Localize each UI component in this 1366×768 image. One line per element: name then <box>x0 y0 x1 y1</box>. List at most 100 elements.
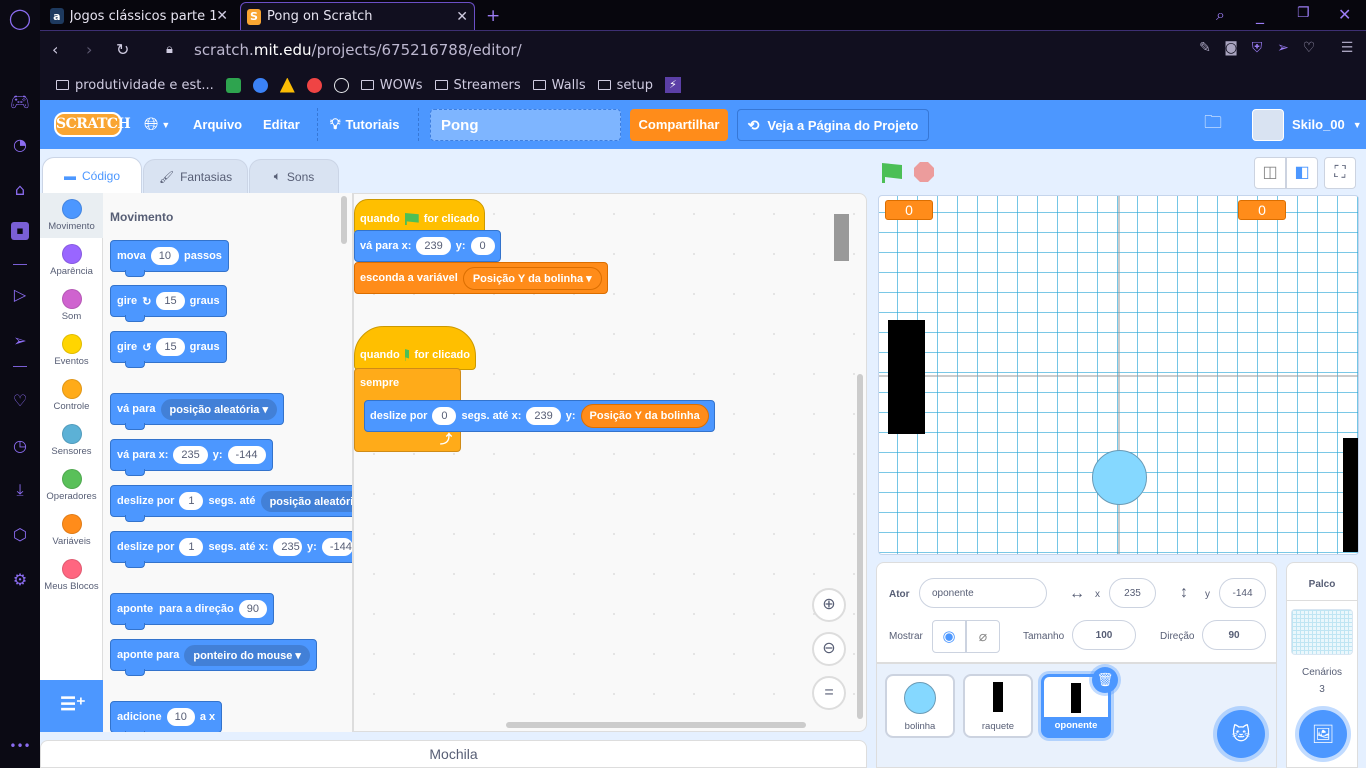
google-meet-bookmark-icon[interactable] <box>225 77 241 93</box>
block-input[interactable]: 90 <box>238 600 268 618</box>
zoom-reset-button[interactable]: = <box>812 676 846 710</box>
bookmark-folder-walls[interactable]: Walls <box>532 78 586 93</box>
block-input[interactable]: -144 <box>227 446 266 464</box>
player-icon[interactable]: ▷ <box>8 283 32 307</box>
category-motion[interactable]: Movimento <box>40 193 103 238</box>
score-monitor-left[interactable]: 0 <box>885 200 933 220</box>
lightning-bookmark-icon[interactable]: ⚡︎ <box>665 77 682 93</box>
block-move-steps[interactable]: mova 10 passos <box>110 240 229 277</box>
block-input[interactable]: 239 <box>416 237 451 255</box>
block-glide-to[interactable]: deslize por 1 segs. até posição aleatória ▾ <box>110 485 352 522</box>
sprite-thumb-bolinha[interactable]: bolinha <box>885 674 955 738</box>
block-input[interactable]: 10 <box>166 708 195 726</box>
variable-dropdown[interactable]: Posição Y da bolinha ▾ <box>462 266 602 290</box>
tab-code[interactable]: ▬ Código <box>42 157 142 193</box>
camera-icon[interactable]: ◙ <box>1222 40 1240 58</box>
stop-button[interactable] <box>914 162 934 182</box>
block-input[interactable]: 0 <box>470 237 495 255</box>
speed-dial-icon[interactable]: ◔ <box>8 133 32 157</box>
x-input[interactable]: 235 <box>1109 578 1156 608</box>
category-sensing[interactable]: Sensores <box>40 418 103 463</box>
score-monitor-right[interactable]: 0 <box>1238 200 1286 220</box>
block-glide-to-xy[interactable]: deslize por 0 segs. até x: 239 y: Posição Y d… <box>364 400 715 432</box>
close-tab-icon[interactable]: ✕ <box>216 8 228 24</box>
block-input[interactable]: 235 <box>273 538 303 556</box>
workspace-horizontal-scrollbar[interactable] <box>506 722 806 728</box>
block-change-x[interactable]: adicione 10 a x <box>110 701 223 732</box>
choose-backdrop-button[interactable]: 🖼︎ <box>1299 710 1347 758</box>
bookmark-folder-produtividade[interactable]: produtividade e est... <box>56 78 214 93</box>
green-flag-button[interactable] <box>882 163 902 183</box>
category-looks[interactable]: Aparência <box>40 238 103 283</box>
block-glide-to-xy[interactable]: deslize por 1 segs. até x: 235 y: -144 <box>110 531 352 568</box>
cleaner-icon[interactable]: ⌂ <box>8 178 32 202</box>
close-window-icon[interactable]: ✕ <box>1338 5 1351 24</box>
bookmark-folder-setup[interactable]: setup <box>597 78 653 93</box>
tutorials-menu[interactable]: 💡︎ Tutoriais <box>330 100 399 149</box>
history-icon[interactable]: ◷ <box>8 434 32 458</box>
scratch-logo[interactable]: SCRATCH <box>54 112 131 137</box>
reload-icon[interactable]: ↻ <box>116 40 129 59</box>
flow-icon[interactable]: ➢ <box>8 329 32 353</box>
opera-logo-icon[interactable]: ◯ <box>8 6 32 30</box>
block-input[interactable]: 10 <box>150 247 179 265</box>
category-events[interactable]: Eventos <box>40 328 103 373</box>
project-title-input[interactable]: Pong <box>430 109 621 141</box>
small-stage-button[interactable]: ◫ <box>1254 157 1286 189</box>
block-turn-right[interactable]: gire ↻ 15 graus <box>110 285 227 322</box>
backpack[interactable]: Mochila <box>40 740 867 768</box>
sprite-thumb-oponente[interactable]: oponente 🗑︎ <box>1041 667 1118 738</box>
block-input[interactable]: 15 <box>156 292 185 310</box>
forward-icon[interactable]: › <box>86 40 92 59</box>
tab-jogos-classicos[interactable]: a Jogos clássicos parte 1: inic ✕ <box>44 2 234 30</box>
bookmark-folder-streamers[interactable]: Streamers <box>434 78 521 93</box>
minimize-icon[interactable]: _ <box>1256 5 1264 24</box>
block-input[interactable]: 239 <box>526 407 561 425</box>
script-workspace[interactable]: quando for clicado vá para x: 239 y: 0 escon… <box>353 193 867 732</box>
block-input[interactable]: 0 <box>432 407 457 425</box>
block-go-to-xy[interactable]: vá para x: 235 y: -144 <box>110 439 273 476</box>
url-field[interactable]: scratch.mit.edu/projects/675216788/edito… <box>194 41 522 59</box>
show-sprite-eye-icon[interactable]: ◉ <box>932 620 966 653</box>
category-my-blocks[interactable]: Meus Blocos <box>40 553 103 598</box>
vpn-shield-icon[interactable]: ⛨ <box>1248 40 1266 58</box>
block-dropdown[interactable]: ponteiro do mouse ▾ <box>184 644 310 666</box>
bookmark-folder-wows[interactable]: WOWs <box>360 78 423 93</box>
category-variables[interactable]: Variáveis <box>40 508 103 553</box>
tab-pong-on-scratch[interactable]: S Pong on Scratch ✕ <box>240 2 475 30</box>
more-icon[interactable]: ••• <box>8 734 32 758</box>
speedometer-bookmark-icon[interactable] <box>333 77 349 93</box>
hat-when-flag-clicked[interactable]: quando for clicado <box>354 326 476 370</box>
share-button[interactable]: Compartilhar <box>630 109 728 141</box>
block-input[interactable]: -144 <box>321 538 352 556</box>
block-input[interactable]: 1 <box>179 492 204 510</box>
tab-sounds[interactable]: 🔈︎ Sons <box>249 159 339 193</box>
block-point-in-direction[interactable]: aponte para a direção 90 <box>110 593 275 630</box>
block-go-to-xy[interactable]: vá para x: 239 y: 0 <box>354 230 501 262</box>
add-extension-button[interactable]: ☰⁺ <box>40 680 103 732</box>
choose-sprite-button[interactable]: 🐱︎ <box>1217 710 1265 758</box>
fullscreen-button[interactable]: ⛶ <box>1324 157 1356 189</box>
block-hide-variable[interactable]: esconda a variável Posição Y da bolinha ▾ <box>354 262 608 294</box>
zoom-in-button[interactable]: ⊕ <box>812 588 846 622</box>
sprite-oponente[interactable] <box>1343 438 1358 552</box>
download-icon[interactable]: ⤓ <box>8 478 32 502</box>
tab-costumes[interactable]: 🖌︎ Fantasias <box>143 159 248 193</box>
my-stuff-folder-icon[interactable]: 🗀︎ <box>1204 100 1222 149</box>
block-dropdown[interactable]: posição aleatória ▾ <box>260 490 352 512</box>
block-dropdown[interactable]: posição aleatória ▾ <box>160 398 277 420</box>
delete-sprite-trash-icon[interactable]: 🗑︎ <box>1092 667 1118 693</box>
account-menu[interactable]: Skilo_00 ▼ <box>1252 100 1362 149</box>
stage[interactable]: 0 0 <box>878 195 1359 555</box>
variable-reporter[interactable]: Posição Y da bolinha <box>580 404 709 428</box>
back-icon[interactable]: ‹ <box>52 40 58 59</box>
restore-icon[interactable]: ❐ <box>1297 5 1310 21</box>
google-drive-bookmark-icon[interactable] <box>279 77 295 93</box>
globe-bookmark-icon[interactable] <box>252 77 268 93</box>
heart-icon[interactable]: ♡ <box>8 389 32 413</box>
new-tab-button[interactable]: + <box>480 2 506 30</box>
snapshot-pin-icon[interactable]: ✎ <box>1196 40 1214 58</box>
sprite-thumb-raquete[interactable]: raquete <box>963 674 1033 738</box>
lock-icon[interactable]: 🔒︎ <box>166 42 173 57</box>
hide-sprite-icon[interactable]: ⌀ <box>966 620 1000 653</box>
